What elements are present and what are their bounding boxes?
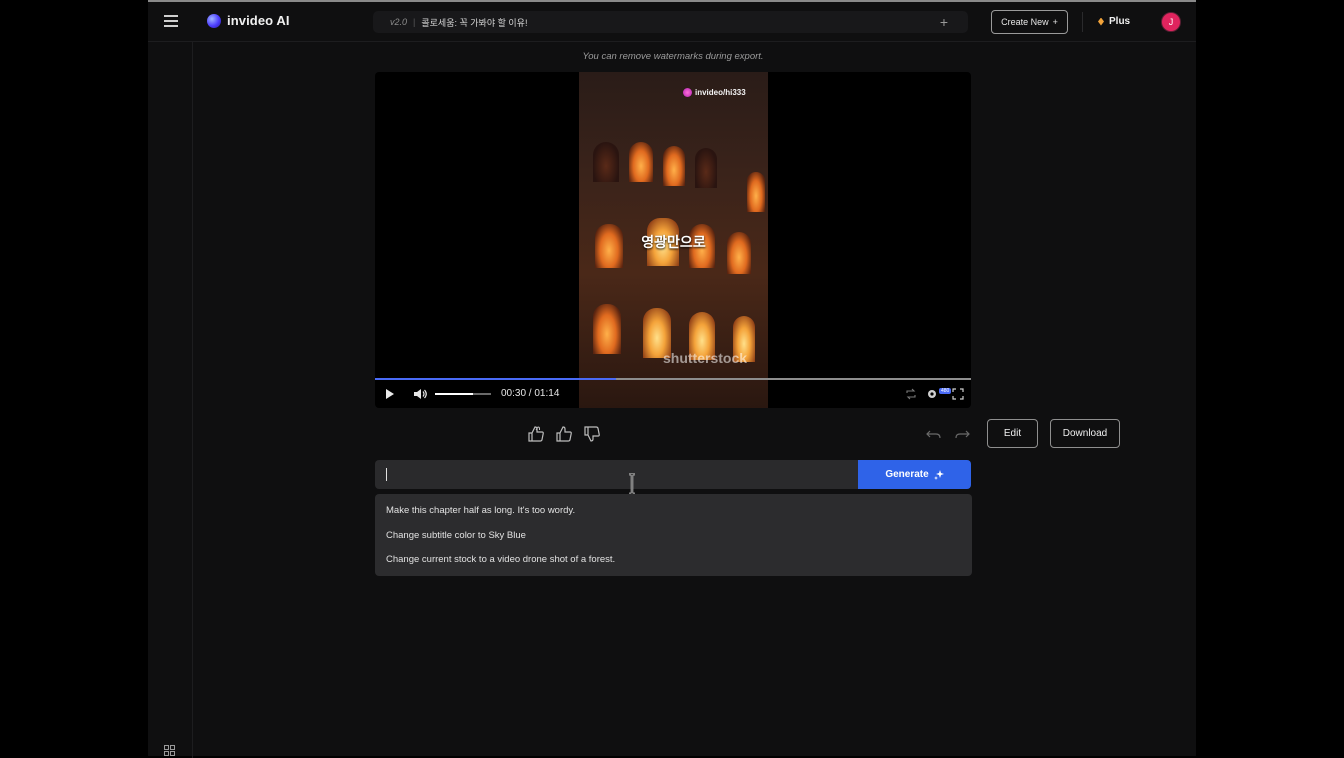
edit-button[interactable]: Edit: [987, 419, 1038, 448]
text-cursor-icon: [629, 473, 635, 495]
project-title: 콜로세움: 꼭 가봐야 할 이유!: [421, 17, 528, 28]
avatar[interactable]: J: [1161, 12, 1181, 32]
app-window: invideo AI v2.0 | 콜로세움: 꼭 가봐야 할 이유! + Cr…: [148, 0, 1196, 758]
plus-icon: +: [1052, 17, 1058, 27]
top-bar: invideo AI v2.0 | 콜로세움: 꼭 가봐야 할 이유! + Cr…: [148, 2, 1196, 42]
channel-handle: invideo/hi333: [695, 88, 746, 97]
video-subtitle: 영광만으로: [641, 234, 706, 250]
fullscreen-icon[interactable]: [952, 388, 964, 400]
love-it-icon[interactable]: [527, 425, 545, 443]
invideo-logo-icon: [207, 13, 221, 28]
generate-button[interactable]: Generate: [858, 460, 971, 489]
suggestion-item[interactable]: Make this chapter half as long. It's too…: [375, 505, 972, 530]
plan-badge[interactable]: Plus: [1098, 16, 1130, 27]
redo-icon[interactable]: [953, 425, 971, 443]
play-icon[interactable]: [386, 389, 394, 399]
settings-icon[interactable]: [926, 388, 938, 400]
loop-icon[interactable]: [905, 388, 917, 400]
quality-badge: 480: [939, 388, 952, 394]
project-title-bar[interactable]: v2.0 | 콜로세움: 꼭 가봐야 할 이유! +: [373, 11, 968, 33]
stock-watermark: shutterstock: [663, 350, 748, 366]
thumbs-down-icon[interactable]: [583, 425, 601, 443]
prompt-input[interactable]: [375, 460, 859, 489]
sparkle-icon: [933, 469, 944, 480]
download-button[interactable]: Download: [1050, 419, 1120, 448]
video-player[interactable]: invideo/hi333 영광만으로 shutterstock 00:30 /…: [375, 72, 971, 408]
plan-label: Plus: [1109, 16, 1131, 27]
app-name: invideo AI: [227, 13, 290, 28]
progress-bar[interactable]: [375, 378, 971, 380]
text-caret: [386, 468, 387, 481]
prompt-bar: Generate: [375, 460, 971, 489]
sidebar: [148, 42, 193, 758]
thumbs-up-icon[interactable]: [555, 425, 573, 443]
video-actions: Edit Download: [375, 419, 1120, 449]
channel-icon: [683, 88, 692, 97]
divider: [1082, 12, 1083, 32]
volume-slider[interactable]: [435, 393, 491, 395]
volume-fill: [435, 393, 474, 395]
watermark-notice: You can remove watermarks during export.: [582, 51, 764, 62]
logo[interactable]: invideo AI: [207, 13, 290, 28]
divider: |: [413, 17, 416, 27]
player-controls: 00:30 / 01:14 480: [375, 381, 971, 408]
menu-icon[interactable]: [164, 15, 178, 27]
undo-icon[interactable]: [925, 425, 943, 443]
progress-fill: [375, 378, 617, 380]
grid-icon[interactable]: [164, 745, 175, 756]
create-new-label: Create New: [1001, 17, 1049, 27]
diamond-icon: [1098, 17, 1104, 26]
generate-label: Generate: [885, 469, 929, 480]
time-display: 00:30 / 01:14: [501, 388, 560, 399]
suggestion-item[interactable]: Change current stock to a video drone sh…: [375, 554, 972, 579]
add-icon[interactable]: +: [940, 14, 948, 30]
create-new-button[interactable]: Create New +: [991, 10, 1068, 34]
video-frame: invideo/hi333 영광만으로 shutterstock: [579, 72, 768, 408]
suggestion-item[interactable]: Change subtitle color to Sky Blue: [375, 530, 972, 555]
volume-icon[interactable]: [413, 388, 427, 400]
channel-watermark: invideo/hi333: [683, 88, 746, 97]
version-label: v2.0: [390, 17, 408, 27]
suggestion-list: Make this chapter half as long. It's too…: [375, 494, 972, 576]
